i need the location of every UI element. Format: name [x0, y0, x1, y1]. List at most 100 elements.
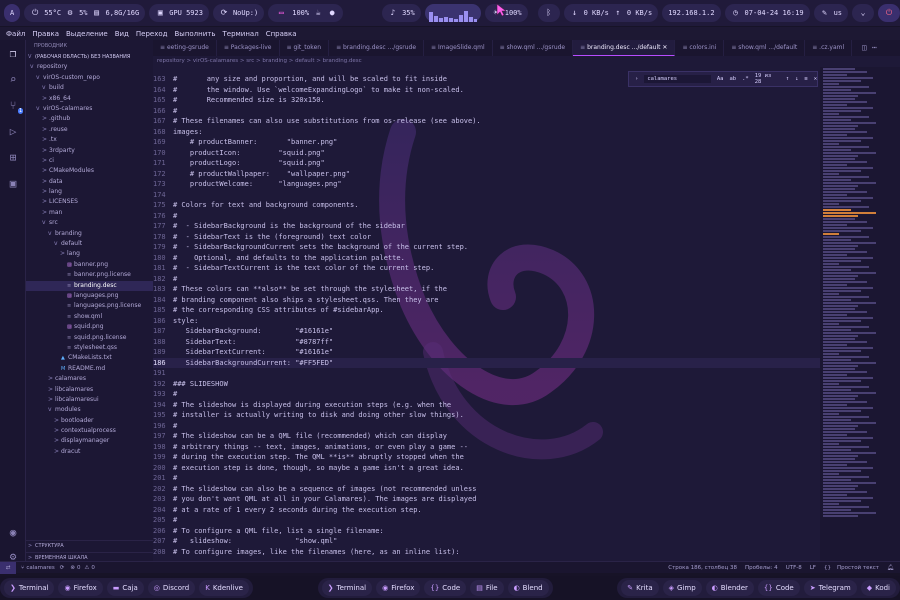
- tree-folder[interactable]: > lang: [26, 187, 153, 197]
- code-line[interactable]: 184 # branding component also ships a sty…: [153, 295, 820, 306]
- error-icon[interactable]: ⊗: [70, 565, 75, 571]
- menu-run[interactable]: Выполнить: [174, 30, 215, 38]
- code-line[interactable]: 177 # - SidebarBackground is the backgrou…: [153, 221, 820, 232]
- code-line[interactable]: 193 #: [153, 389, 820, 400]
- code-line[interactable]: 192 ### SLIDESHOW: [153, 379, 820, 390]
- code-line[interactable]: 181 # - SidebarTextCurrent is the text co…: [153, 263, 820, 274]
- code-line[interactable]: 203 # you don't want QML at all in your C…: [153, 494, 820, 505]
- code-line[interactable]: 178 # - SidebarText is the (foreground) t…: [153, 232, 820, 243]
- editor-tab[interactable]: ≡ ImageSlide.qml: [424, 40, 493, 56]
- editor-tab[interactable]: ≡ .cz.yaml: [805, 40, 853, 56]
- code-line[interactable]: 199 # during the execution step. The QML …: [153, 452, 820, 463]
- tree-folder[interactable]: v build: [26, 83, 153, 93]
- tree-file[interactable]: ▲ CMakeLists.txt: [26, 353, 153, 363]
- tree-file[interactable]: ≡ languages.png.license: [26, 301, 153, 311]
- braces-icon[interactable]: {}: [824, 565, 831, 571]
- editor-tab[interactable]: ≡ Packages-live: [217, 40, 280, 56]
- editor-tab[interactable]: ≡ show.qml .../default: [724, 40, 806, 56]
- tree-folder[interactable]: > libcalamares: [26, 385, 153, 395]
- editor-tab[interactable]: ≡ branding.desc .../default ✕: [573, 40, 676, 56]
- more-actions-icon[interactable]: ⋯: [872, 43, 877, 52]
- tree-folder[interactable]: > CMakeModules: [26, 166, 153, 176]
- code-line[interactable]: 189 SidebarTextCurrent: "#16161e": [153, 347, 820, 358]
- code-line[interactable]: 194 # The slideshow is displayed during e…: [153, 400, 820, 411]
- taskbar-app-firefox[interactable]: ◉ Firefox: [376, 580, 421, 596]
- regex-icon[interactable]: .*: [742, 76, 749, 82]
- extensions-icon[interactable]: ⊞: [0, 144, 26, 170]
- editor-tab[interactable]: ≡ eeting-gsrude: [153, 40, 217, 56]
- sync-icon[interactable]: ⟳: [60, 565, 65, 571]
- code-line[interactable]: 166 #: [153, 106, 820, 117]
- code-line[interactable]: 187 SidebarBackground: "#16161e": [153, 326, 820, 337]
- bluetooth-widget[interactable]: ᛒ: [537, 4, 560, 22]
- code-line[interactable]: 202 # The slideshow can also be a sequenc…: [153, 484, 820, 495]
- code-line[interactable]: 167 # These filenames can also use substi…: [153, 116, 820, 127]
- workspace-header[interactable]: v (рабочая область) без названия: [26, 52, 153, 62]
- explorer-icon[interactable]: ❐: [0, 40, 26, 66]
- tree-file[interactable]: ▨ squid.png: [26, 322, 153, 332]
- taskbar-app-kdenlive[interactable]: K Kdenlive: [199, 580, 249, 596]
- taskbar-app-kodi[interactable]: ◆ Kodi: [860, 580, 896, 596]
- menu-selection[interactable]: Выделение: [66, 30, 108, 38]
- editor-tab[interactable]: ≡ show.qml .../gsrude: [493, 40, 574, 56]
- taskbar-app-caja[interactable]: ▬ Caja: [106, 580, 144, 596]
- taskbar-app-discord[interactable]: ◎ Discord: [147, 580, 196, 596]
- tree-folder[interactable]: > .github: [26, 114, 153, 124]
- language-mode[interactable]: Простой текст: [837, 565, 879, 571]
- taskbar-app-terminal[interactable]: ❯ Terminal: [321, 580, 373, 596]
- taskbar-app-krita[interactable]: ✎ Krita: [621, 580, 659, 596]
- code-line[interactable]: 208 # To configure images, like the filen…: [153, 547, 820, 558]
- clock-widget[interactable]: ◷ 07-04-24 16:19: [724, 4, 810, 22]
- tree-folder[interactable]: > displaymanager: [26, 436, 153, 446]
- warning-icon[interactable]: ⚠: [84, 565, 89, 571]
- code-line[interactable]: 186 SidebarBackgroundCurrent: "#FF5FED": [153, 357, 820, 368]
- power-menu-button[interactable]: ⏻: [878, 4, 900, 22]
- tree-folder[interactable]: > libcalamaresui: [26, 395, 153, 405]
- close-tab-icon[interactable]: ✕: [661, 44, 667, 51]
- tree-folder[interactable]: > .reuse: [26, 125, 153, 135]
- tree-folder[interactable]: > .tx: [26, 135, 153, 145]
- code-line[interactable]: 170 productIcon: "squid.png": [153, 148, 820, 159]
- menu-file[interactable]: Файл: [6, 30, 25, 38]
- taskbar-app-firefox[interactable]: ◉ Firefox: [58, 580, 103, 596]
- editor-tab[interactable]: ≡ git_token: [280, 40, 330, 56]
- editor-tab[interactable]: ≡ branding.desc .../gsrude: [329, 40, 425, 56]
- tree-folder[interactable]: v default: [26, 239, 153, 249]
- branch-name[interactable]: calamares: [26, 565, 54, 571]
- code-line[interactable]: 165 # Recommended size is 320x150.: [153, 95, 820, 106]
- tree-folder[interactable]: > LICENSES: [26, 197, 153, 207]
- code-line[interactable]: 200 # execution step is done, though, so …: [153, 463, 820, 474]
- tree-folder[interactable]: > bootloader: [26, 416, 153, 426]
- menu-edit[interactable]: Правка: [32, 30, 59, 38]
- tree-file[interactable]: ≡ banner.png.license: [26, 270, 153, 280]
- tree-file[interactable]: ≡ show.qml: [26, 312, 153, 322]
- tree-folder[interactable]: > calamares: [26, 374, 153, 384]
- tree-file[interactable]: ≡ branding.desc: [26, 280, 153, 291]
- code-line[interactable]: 206 # To configure a QML file, list a sin…: [153, 526, 820, 537]
- code-line[interactable]: 171 productLogo: "squid.png": [153, 158, 820, 169]
- menu-view[interactable]: Вид: [115, 30, 129, 38]
- remote-explorer-icon[interactable]: ▣: [0, 170, 26, 196]
- tree-folder[interactable]: >3rdparty: [26, 146, 153, 156]
- code-line[interactable]: 196 #: [153, 421, 820, 432]
- code-line[interactable]: 207 # slideshow: "show.qml": [153, 536, 820, 547]
- code-line[interactable]: 201 #: [153, 473, 820, 484]
- code-line[interactable]: 179 # - SidebarBackgroundCurrent sets the…: [153, 242, 820, 253]
- code-line[interactable]: 173 productWelcome: "languages.png": [153, 179, 820, 190]
- taskbar-app-gimp[interactable]: ◈ Gimp: [662, 580, 702, 596]
- tree-folder[interactable]: > contextualprocess: [26, 426, 153, 436]
- tree-file[interactable]: ≡ stylesheet.qss: [26, 343, 153, 353]
- account-icon[interactable]: ◉: [0, 519, 26, 545]
- notifications-icon[interactable]: 🔔︎: [887, 565, 894, 571]
- code-line[interactable]: 186 style:: [153, 316, 820, 327]
- code-line[interactable]: 191: [153, 368, 820, 379]
- taskbar-app-blend[interactable]: ◐ Blend: [507, 580, 549, 596]
- taskbar-app-code[interactable]: {} Code: [424, 580, 467, 596]
- menu-help[interactable]: Справка: [266, 30, 297, 38]
- taskbar-app-blender[interactable]: ◐ Blender: [705, 580, 754, 596]
- tree-file[interactable]: M README.md: [26, 364, 153, 374]
- tree-folder[interactable]: v src: [26, 218, 153, 228]
- keyboard-layout-widget[interactable]: ✎ us: [813, 4, 848, 22]
- menu-terminal[interactable]: Терминал: [222, 30, 258, 38]
- encoding[interactable]: UTF-8: [786, 565, 802, 571]
